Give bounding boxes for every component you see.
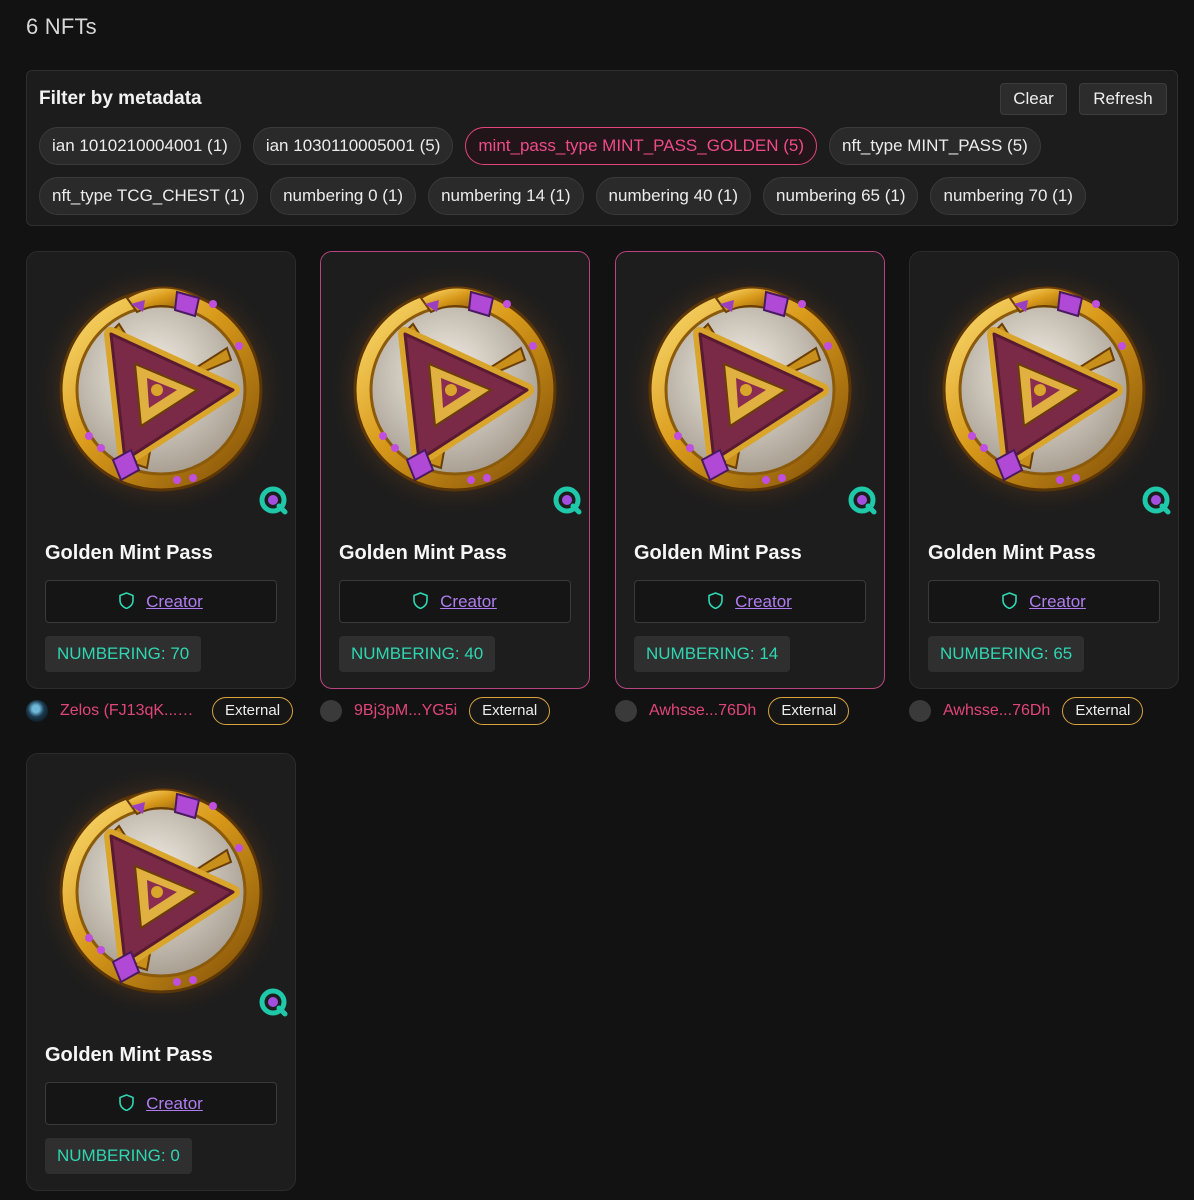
creator-box: Creator [45,580,277,623]
creator-link[interactable]: Creator [146,1094,203,1113]
avatar [909,700,931,722]
owner-name[interactable]: 9Bj3pM...YG5i [354,702,457,720]
filter-chips-row-1: ian 1010210004001 (1) ian 1030110005001 … [39,127,1041,165]
nft-image[interactable] [321,252,589,520]
magic-eden-q-icon [1140,484,1172,516]
filter-chip-nft-type-tcg-chest[interactable]: nft_type TCG_CHEST (1) [39,177,259,215]
refresh-button[interactable]: Refresh [1079,83,1167,115]
magic-eden-q-icon [846,484,878,516]
creator-link[interactable]: Creator [440,592,497,611]
filter-chip-numbering-70[interactable]: numbering 70 (1) [930,177,1086,215]
numbering-badge: NUMBERING: 65 [928,636,1085,672]
nft-card[interactable]: Golden Mint Pass Creator NUMBERING: 0 [26,753,296,1191]
nft-card[interactable]: Golden Mint Pass Creator NUMBERING: 65 A… [909,251,1179,725]
filter-chip-numbering-40[interactable]: numbering 40 (1) [595,177,752,215]
creator-box: Creator [928,580,1160,623]
shield-icon [119,1094,134,1111]
nft-count: 6 NFTs [26,14,97,39]
filter-chip-ian-1010210004001[interactable]: ian 1010210004001 (1) [39,127,241,165]
nft-card[interactable]: Golden Mint Pass Creator NUMBERING: 70 Z… [26,251,296,725]
owner-name[interactable]: Zelos (FJ13qK...A... [60,702,200,720]
filter-chip-nft-type-mint-pass[interactable]: nft_type MINT_PASS (5) [829,127,1041,165]
external-badge: External [212,697,294,725]
filter-chip-numbering-65[interactable]: numbering 65 (1) [763,177,919,215]
filter-chips-row-2: nft_type TCG_CHEST (1) numbering 0 (1) n… [39,177,1086,215]
owner-row: Awhsse...76Dh External [615,697,905,725]
owner-row: Awhsse...76Dh External [909,697,1194,725]
creator-box: Creator [45,1082,277,1125]
external-badge: External [469,697,551,725]
shield-icon [413,592,428,609]
nft-image[interactable] [910,252,1178,520]
creator-link[interactable]: Creator [146,592,203,611]
nft-image[interactable] [616,252,884,520]
owner-row: 9Bj3pM...YG5i External [320,697,610,725]
numbering-badge: NUMBERING: 40 [339,636,496,672]
owner-row: Zelos (FJ13qK...A... External [26,697,316,725]
nft-title: Golden Mint Pass [339,542,507,564]
filter-chip-ian-1030110005001[interactable]: ian 1030110005001 (5) [252,127,454,165]
magic-eden-q-icon [257,484,289,516]
nft-card-body[interactable]: Golden Mint Pass Creator NUMBERING: 70 [26,251,296,689]
nft-title: Golden Mint Pass [45,1044,213,1066]
owner-name[interactable]: Awhsse...76Dh [943,702,1050,720]
creator-link[interactable]: Creator [1029,592,1086,611]
numbering-badge: NUMBERING: 70 [45,636,202,672]
nft-card-body[interactable]: Golden Mint Pass Creator NUMBERING: 65 [909,251,1179,689]
avatar [26,700,48,722]
avatar [615,700,637,722]
nft-title: Golden Mint Pass [45,542,213,564]
filter-chip-numbering-0[interactable]: numbering 0 (1) [270,177,417,215]
creator-box: Creator [634,580,866,623]
nft-image[interactable] [27,754,295,1022]
metadata-filter-panel: Filter by metadata Clear Refresh ian 101… [26,70,1178,226]
filter-chip-mint-pass-golden[interactable]: mint_pass_type MINT_PASS_GOLDEN (5) [465,127,818,165]
filter-chip-numbering-14[interactable]: numbering 14 (1) [428,177,584,215]
shield-icon [708,592,723,609]
owner-name[interactable]: Awhsse...76Dh [649,702,756,720]
nft-card-body[interactable]: Golden Mint Pass Creator NUMBERING: 40 [320,251,590,689]
nft-image[interactable] [27,252,295,520]
nft-title: Golden Mint Pass [634,542,802,564]
filter-title: Filter by metadata [39,88,202,109]
external-badge: External [1062,697,1144,725]
nft-card-body[interactable]: Golden Mint Pass Creator NUMBERING: 14 [615,251,885,689]
magic-eden-q-icon [257,986,289,1018]
nft-card[interactable]: Golden Mint Pass Creator NUMBERING: 14 A… [615,251,885,725]
creator-link[interactable]: Creator [735,592,792,611]
numbering-badge: NUMBERING: 0 [45,1138,192,1174]
creator-box: Creator [339,580,571,623]
shield-icon [1002,592,1017,609]
nft-card-body[interactable]: Golden Mint Pass Creator NUMBERING: 0 [26,753,296,1191]
nft-card[interactable]: Golden Mint Pass Creator NUMBERING: 40 9… [320,251,590,725]
avatar [320,700,342,722]
numbering-badge: NUMBERING: 14 [634,636,791,672]
external-badge: External [768,697,850,725]
shield-icon [119,592,134,609]
clear-button[interactable]: Clear [1000,83,1067,115]
magic-eden-q-icon [551,484,583,516]
nft-title: Golden Mint Pass [928,542,1096,564]
